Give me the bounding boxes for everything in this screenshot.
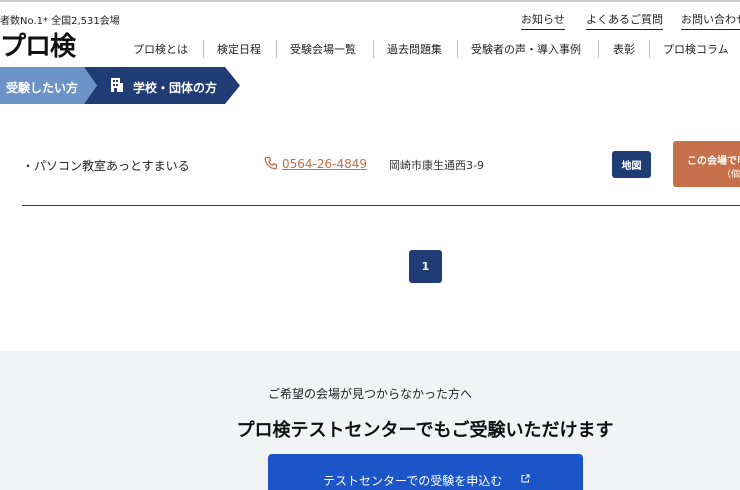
utility-nav: お知らせ よくあるご質問 お問い合わせ bbox=[0, 11, 740, 30]
row-divider bbox=[22, 205, 740, 206]
building-icon bbox=[111, 78, 123, 92]
cta-subtitle: ご希望の会場が見つからなかった方へ bbox=[267, 387, 472, 401]
nav-divider bbox=[276, 40, 277, 58]
nav-divider bbox=[457, 40, 458, 58]
cta-button-label: テストセンターでの受験を申込む bbox=[323, 474, 503, 488]
nav-divider bbox=[203, 40, 204, 58]
venue-address: 岡崎市康生通西3-9 bbox=[389, 159, 484, 172]
cta-title: プロ検テストセンターでもご受験いただけます bbox=[236, 420, 614, 441]
venue-name: ・パソコン教室あっとすまいる bbox=[22, 159, 190, 173]
top-border bbox=[0, 0, 740, 2]
test-center-apply-button[interactable]: テストセンターでの受験を申込む bbox=[268, 454, 583, 490]
nav-divider bbox=[373, 40, 374, 58]
phone-number-link[interactable]: 0564-26-4849 bbox=[282, 157, 367, 171]
tab-school-label: 学校・団体の方 bbox=[133, 81, 218, 95]
faq-link[interactable]: よくあるご質問 bbox=[586, 11, 663, 30]
apply-button-sublabel: （個人） bbox=[722, 170, 740, 180]
tab-individual-label: 受験したい方 bbox=[6, 81, 79, 95]
nav-past-exams[interactable]: 過去問題集 bbox=[387, 41, 442, 57]
nav-divider bbox=[649, 40, 650, 58]
contact-link[interactable]: お問い合わせ bbox=[681, 11, 740, 30]
nav-awards[interactable]: 表彰 bbox=[613, 41, 635, 57]
apply-venue-button[interactable]: この会場で申し込む （個人） bbox=[673, 141, 740, 187]
pagination-page-1[interactable]: 1 bbox=[409, 250, 442, 283]
nav-venues[interactable]: 受験会場一覧 bbox=[290, 41, 356, 57]
phone-icon bbox=[264, 156, 278, 170]
main-nav: プロ検とは 検定日程 受験会場一覧 過去問題集 受験者の声・導入事例 表彰 プロ… bbox=[0, 41, 740, 59]
external-link-icon bbox=[521, 474, 530, 483]
nav-divider bbox=[598, 40, 599, 58]
news-link[interactable]: お知らせ bbox=[521, 11, 565, 30]
nav-about[interactable]: プロ検とは bbox=[133, 41, 188, 57]
map-button[interactable]: 地図 bbox=[612, 151, 651, 178]
nav-schedule[interactable]: 検定日程 bbox=[217, 41, 261, 57]
nav-column[interactable]: プロ検コラム bbox=[663, 41, 729, 57]
nav-testimonials[interactable]: 受験者の声・導入事例 bbox=[471, 41, 581, 57]
apply-button-label: この会場で申し込む bbox=[687, 156, 740, 167]
